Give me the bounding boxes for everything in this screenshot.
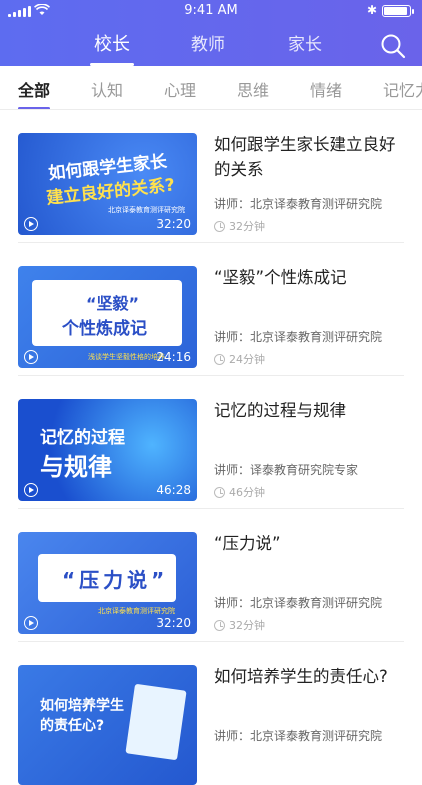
tab-teacher[interactable]: 教师 [191,30,225,66]
thumb-illustration [125,683,187,761]
play-icon [24,350,38,364]
thumb-headline: 如何培养学生 [40,698,124,714]
play-icon [24,483,38,497]
top-tabs: 校长 教师 家长 [0,30,422,66]
course-title: “压力说” [214,534,281,553]
course-thumbnail: “坚毅” 个性炼成记 浅谈学生坚毅性格的培养 24:16 [18,266,197,368]
course-lecturer: 讲师：北京译泰教育测评研究院 [214,729,383,743]
category-label: 全部 [18,81,51,100]
course-title: “坚毅”个性炼成记 [214,268,347,287]
tab-label: 家长 [288,35,322,55]
play-icon [24,217,38,231]
course-duration: 24分钟 [214,351,265,367]
category-label: 心理 [164,81,197,100]
category-all[interactable]: 全部 [18,77,51,109]
category-cognition[interactable]: 认知 [91,77,123,101]
course-thumbnail: 如何培养学生 的责任心? [18,665,197,785]
course-lecturer: 讲师：北京译泰教育测评研究院 [214,330,383,344]
course-duration: 46分钟 [214,484,265,500]
thumb-headline: “坚毅” [86,294,140,313]
category-label: 思维 [237,81,270,100]
duration-text: 46分钟 [229,486,265,499]
course-item[interactable]: “坚毅” 个性炼成记 浅谈学生坚毅性格的培养 24:16 “坚毅”个性炼成记 讲… [0,243,422,376]
battery-icon [382,5,414,17]
course-lecturer: 讲师：译泰教育研究院专家 [214,463,359,477]
thumb-subtitle: 浅谈学生坚毅性格的培养 [88,353,165,361]
category-label: 情绪 [310,81,343,100]
course-thumbnail: 记忆的过程 与规律 46:28 [18,399,197,501]
search-icon[interactable] [380,33,406,59]
category-tabs: 全部 认知 心理 思维 情绪 记忆力 [0,66,422,110]
course-item[interactable]: “压力说” 北京译泰教育测评研究院 32:20 “压力说” 讲师：北京译泰教育测… [0,509,422,642]
category-thinking[interactable]: 思维 [237,77,269,101]
category-memory[interactable]: 记忆力 [383,77,422,101]
course-title: 如何跟学生家长建立良好的关系 [214,135,396,179]
course-lecturer: 讲师：北京译泰教育测评研究院 [214,596,383,610]
tab-label: 校长 [94,34,130,55]
course-title: 记忆的过程与规律 [214,401,346,420]
category-psychology[interactable]: 心理 [164,77,196,101]
course-lecturer: 讲师：北京译泰教育测评研究院 [214,197,383,211]
clock-icon [214,220,225,232]
clock-icon [214,353,225,365]
thumb-subtitle: 北京译泰教育测评研究院 [108,206,185,214]
status-bar: 9:41 AM ✱ [0,0,422,22]
course-duration: 32分钟 [214,617,265,633]
tab-parent[interactable]: 家长 [288,30,322,66]
video-length: 46:28 [156,483,191,497]
category-label: 记忆力 [383,81,422,100]
video-length: 32:20 [156,616,191,630]
duration-text: 32分钟 [229,220,265,233]
thumb-headline: 与规律 [40,453,112,481]
course-item[interactable]: 记忆的过程 与规律 46:28 记忆的过程与规律 讲师：译泰教育研究院专家 46… [0,376,422,509]
course-duration: 32分钟 [214,218,265,234]
course-thumbnail: 如何跟学生家长 建立良好的关系? 北京译泰教育测评研究院 32:20 [18,133,197,235]
app-header: 9:41 AM ✱ 校长 教师 家长 [0,0,422,66]
tab-principal[interactable]: 校长 [90,30,134,66]
thumb-subtitle: 北京译泰教育测评研究院 [98,607,175,615]
course-title: 如何培养学生的责任心? [214,667,388,686]
course-item[interactable]: 如何培养学生 的责任心? 如何培养学生的责任心? 讲师：北京译泰教育测评研究院 [0,642,422,785]
bluetooth-icon: ✱ [367,3,378,17]
thumb-headline: “压力说” [62,568,169,592]
category-emotion[interactable]: 情绪 [310,77,342,101]
thumb-headline: 的责任心? [40,718,105,734]
course-item[interactable]: 如何跟学生家长 建立良好的关系? 北京译泰教育测评研究院 32:20 如何跟学生… [0,110,422,243]
course-thumbnail: “压力说” 北京译泰教育测评研究院 32:20 [18,532,197,634]
video-length: 32:20 [156,217,191,231]
status-time: 9:41 AM [184,3,238,18]
duration-text: 24分钟 [229,353,265,366]
clock-icon [214,619,225,631]
category-label: 认知 [91,81,124,100]
thumb-headline: 记忆的过程 [40,428,125,448]
video-length: 24:16 [156,350,191,364]
clock-icon [214,486,225,498]
play-icon [24,616,38,630]
thumb-headline: 个性炼成记 [62,319,147,339]
tab-label: 教师 [191,35,225,55]
duration-text: 32分钟 [229,619,265,632]
